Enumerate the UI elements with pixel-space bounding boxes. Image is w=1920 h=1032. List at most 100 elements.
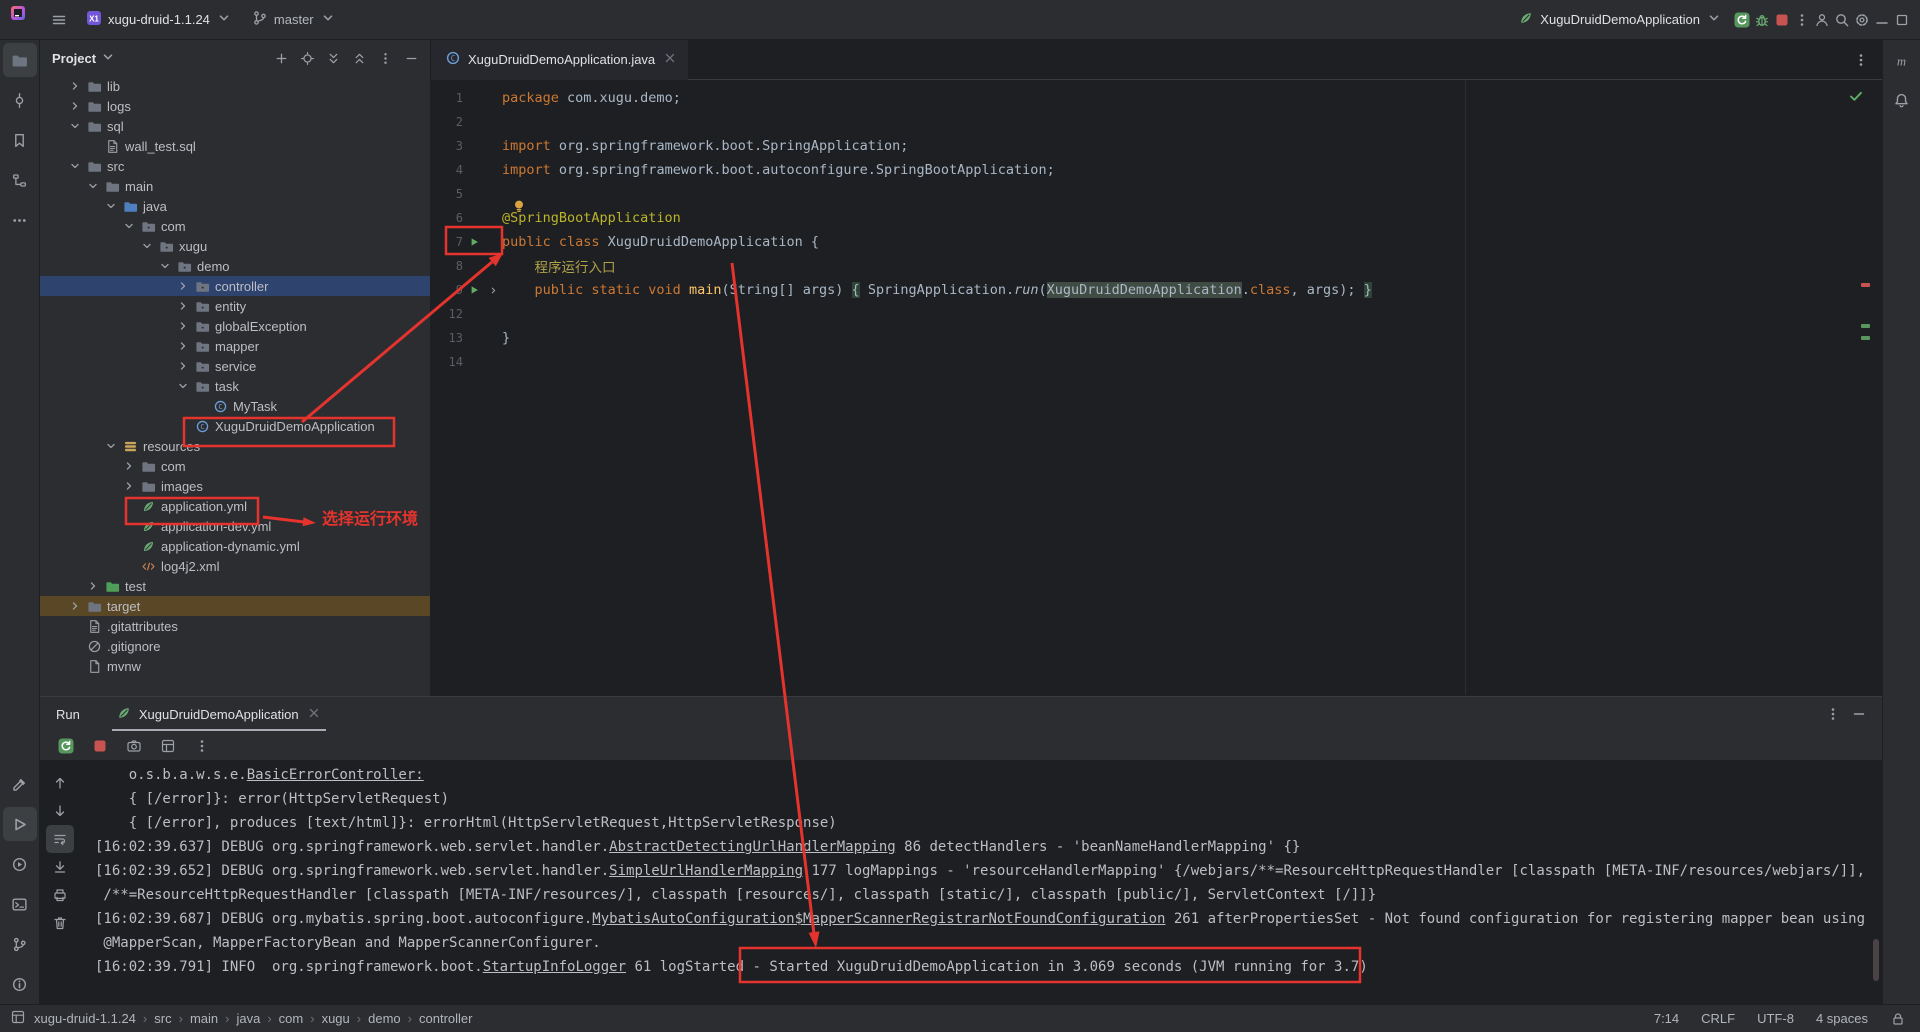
bookmarks-toolwindow-button[interactable] bbox=[3, 123, 37, 157]
maven-toolwindow-button[interactable]: m bbox=[1885, 43, 1919, 77]
breadcrumb-item[interactable]: main bbox=[190, 1011, 218, 1026]
readonly-toggle-icon[interactable] bbox=[1890, 1011, 1906, 1027]
tree-item-entity[interactable]: entity bbox=[40, 296, 430, 316]
breadcrumb-item[interactable]: xugu bbox=[322, 1011, 350, 1026]
breadcrumb-item[interactable]: demo bbox=[368, 1011, 401, 1026]
soft-wrap-button[interactable] bbox=[46, 825, 74, 853]
chevron-right-icon[interactable] bbox=[174, 279, 192, 293]
run-toolwindow-button[interactable] bbox=[3, 807, 37, 841]
services-toolwindow-button[interactable] bbox=[3, 847, 37, 881]
stop-app-button[interactable] bbox=[88, 734, 112, 758]
tree-item-src[interactable]: src bbox=[40, 156, 430, 176]
hide-panel-button[interactable] bbox=[398, 45, 424, 71]
breadcrumb-item[interactable]: java bbox=[236, 1011, 260, 1026]
tree-item-wall-test-sql[interactable]: wall_test.sql bbox=[40, 136, 430, 156]
tree-item-java[interactable]: java bbox=[40, 196, 430, 216]
tree-item-test[interactable]: test bbox=[40, 576, 430, 596]
more-toolwindows-button[interactable] bbox=[3, 203, 37, 237]
vcs-stripe-mark[interactable] bbox=[1861, 324, 1870, 328]
tree-item-service[interactable]: service bbox=[40, 356, 430, 376]
clear-console-button[interactable] bbox=[46, 909, 74, 937]
chevron-right-icon[interactable] bbox=[120, 479, 138, 493]
tree-item-resources[interactable]: resources bbox=[40, 436, 430, 456]
breadcrumb-item[interactable]: com bbox=[279, 1011, 304, 1026]
chevron-right-icon[interactable] bbox=[84, 579, 102, 593]
chevron-down-icon[interactable] bbox=[138, 239, 156, 253]
run-panel-options-button[interactable] bbox=[1820, 701, 1846, 727]
line-ending-selector[interactable]: CRLF bbox=[1701, 1011, 1735, 1026]
tree-item-mvnw[interactable]: mvnw bbox=[40, 656, 430, 676]
search-everywhere-button[interactable] bbox=[1834, 12, 1850, 28]
vcs-branch-selector[interactable]: master bbox=[244, 5, 344, 35]
code-line[interactable]: 12 bbox=[431, 302, 1882, 326]
hide-run-panel-button[interactable] bbox=[1846, 701, 1872, 727]
console-class-link[interactable]: SimpleUrlHandlerMapping bbox=[609, 863, 803, 879]
layout-settings-button[interactable] bbox=[156, 734, 180, 758]
code-line[interactable]: 8 程序运行入口 bbox=[431, 254, 1882, 278]
project-view-selector[interactable]: Project bbox=[52, 49, 116, 68]
tree-item-com[interactable]: com bbox=[40, 216, 430, 236]
console-class-link[interactable]: BasicErrorController: bbox=[247, 767, 424, 783]
terminal-toolwindow-button[interactable] bbox=[3, 887, 37, 921]
code-line[interactable]: 14 bbox=[431, 350, 1882, 374]
code-with-me-button[interactable] bbox=[1814, 12, 1830, 28]
tree-item-xugu[interactable]: xugu bbox=[40, 236, 430, 256]
chevron-right-icon[interactable] bbox=[66, 79, 84, 93]
tab-options-button[interactable] bbox=[1846, 45, 1876, 75]
tree-item-controller[interactable]: controller bbox=[40, 276, 430, 296]
debug-button[interactable] bbox=[1754, 12, 1770, 28]
code-line[interactable]: 1package com.xugu.demo; bbox=[431, 86, 1882, 110]
tree-item-com[interactable]: com bbox=[40, 456, 430, 476]
tree-item-gitignore[interactable]: .gitignore bbox=[40, 636, 430, 656]
code-line[interactable]: 2 bbox=[431, 110, 1882, 134]
code-line[interactable]: 4import org.springframework.boot.autocon… bbox=[431, 158, 1882, 182]
tree-item-mytask[interactable]: CMyTask bbox=[40, 396, 430, 416]
rerun-app-button[interactable] bbox=[54, 734, 78, 758]
chevron-down-icon[interactable] bbox=[66, 159, 84, 173]
notifications-button[interactable] bbox=[1885, 83, 1919, 117]
tree-item-application-dynamic-yml[interactable]: application-dynamic.yml bbox=[40, 536, 430, 556]
vcs-stripe-mark[interactable] bbox=[1861, 336, 1870, 340]
close-tab-icon[interactable] bbox=[662, 50, 678, 69]
breadcrumb-item[interactable]: xugu-druid-1.1.24 bbox=[34, 1011, 136, 1026]
run-tab[interactable]: XuguDruidDemoApplication bbox=[108, 697, 330, 731]
thread-dump-button[interactable] bbox=[122, 734, 146, 758]
tree-item-lib[interactable]: lib bbox=[40, 76, 430, 96]
chevron-down-icon[interactable] bbox=[156, 259, 174, 273]
add-button[interactable] bbox=[268, 45, 294, 71]
tree-item-demo[interactable]: demo bbox=[40, 256, 430, 276]
indent-style-selector[interactable]: 4 spaces bbox=[1816, 1011, 1868, 1026]
git-toolwindow-button[interactable] bbox=[3, 927, 37, 961]
intention-bulb-icon[interactable] bbox=[511, 198, 527, 219]
breadcrumb-item[interactable]: src bbox=[154, 1011, 171, 1026]
error-stripe-mark[interactable] bbox=[1861, 283, 1870, 287]
console-scrollbar[interactable] bbox=[1873, 939, 1879, 981]
up-stacktrace-button[interactable] bbox=[46, 769, 74, 797]
run-console[interactable]: o.s.b.a.w.s.e.BasicErrorController: { [/… bbox=[80, 761, 1882, 1005]
tree-item-logs[interactable]: logs bbox=[40, 96, 430, 116]
code-line[interactable]: 3import org.springframework.boot.SpringA… bbox=[431, 134, 1882, 158]
chevron-down-icon[interactable] bbox=[120, 219, 138, 233]
print-console-button[interactable] bbox=[46, 881, 74, 909]
encoding-selector[interactable]: UTF-8 bbox=[1757, 1011, 1794, 1026]
tree-item-task[interactable]: task bbox=[40, 376, 430, 396]
tree-item-globalexception[interactable]: globalException bbox=[40, 316, 430, 336]
breadcrumb-item[interactable]: controller bbox=[419, 1011, 472, 1026]
chevron-right-icon[interactable] bbox=[174, 299, 192, 313]
chevron-right-icon[interactable] bbox=[66, 99, 84, 113]
project-toolwindow-button[interactable] bbox=[3, 43, 37, 77]
editor-tab[interactable]: C XuguDruidDemoApplication.java bbox=[431, 40, 688, 80]
collapse-all-button[interactable] bbox=[346, 45, 372, 71]
down-stacktrace-button[interactable] bbox=[46, 797, 74, 825]
close-tab-icon[interactable] bbox=[306, 705, 322, 724]
fold-indicator-icon[interactable] bbox=[485, 285, 502, 296]
expand-all-button[interactable] bbox=[320, 45, 346, 71]
rerun-button[interactable] bbox=[1734, 12, 1750, 28]
minimize-button[interactable] bbox=[1874, 12, 1890, 28]
tree-item-xugudruiddemoapplication[interactable]: CXuguDruidDemoApplication bbox=[40, 416, 430, 436]
inspections-ok-icon[interactable] bbox=[1848, 88, 1864, 109]
chevron-down-icon[interactable] bbox=[102, 199, 120, 213]
code-line[interactable]: 6@SpringBootApplication bbox=[431, 206, 1882, 230]
build-toolwindow-button[interactable] bbox=[3, 767, 37, 801]
tree-item-target[interactable]: target bbox=[40, 596, 430, 616]
